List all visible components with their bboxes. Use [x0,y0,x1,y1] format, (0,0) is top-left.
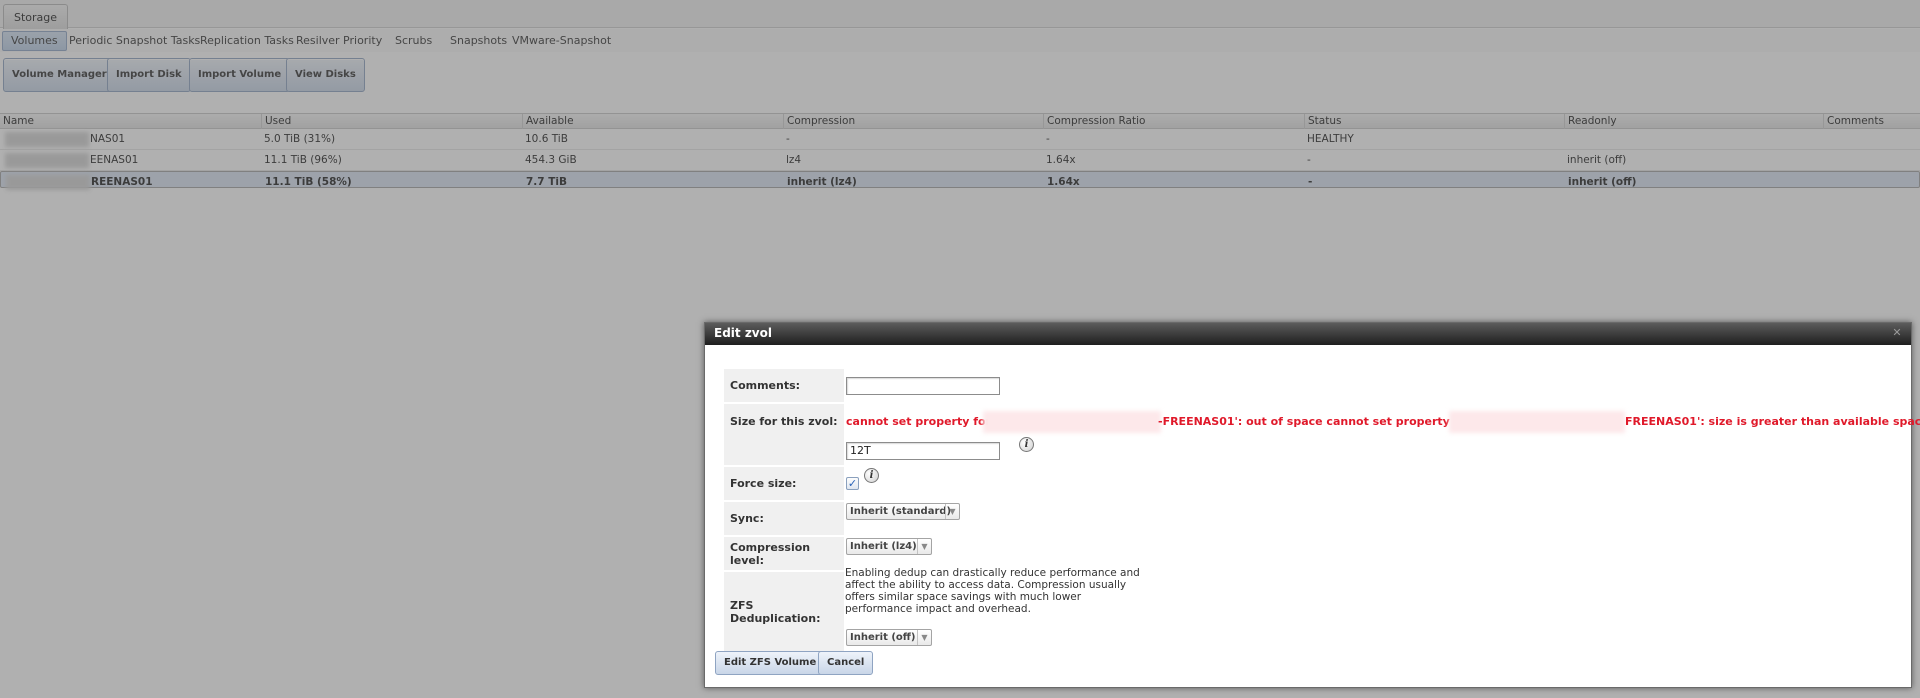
force-size-label: Force size: [724,467,844,500]
comments-field[interactable] [846,377,1000,395]
cancel-button[interactable]: Cancel [818,651,874,675]
redacted-pool-name [983,411,1161,433]
zfs-deduplication-label: ZFS Deduplication: [724,572,844,652]
chevron-down-icon: ▼ [917,539,931,554]
compression-select-value: Inherit (lz4) [850,541,917,552]
sync-label: Sync: [724,502,844,535]
close-icon[interactable]: ✕ [1891,327,1903,339]
info-icon[interactable]: i [864,468,879,483]
edit-zvol-dialog: Edit zvol ✕ Comments: Size for this zvol… [704,322,1920,688]
sync-select-value: Inherit (standard) [850,506,952,517]
dedup-help-text: Enabling dedup can drastically reduce pe… [845,567,1140,615]
sync-select[interactable]: Inherit (standard) ▼ [846,503,960,520]
redacted-pool-name [1449,411,1625,433]
edit-zfs-volume-button[interactable]: Edit ZFS Volume [715,651,826,675]
dialog-title: Edit zvol [714,326,772,340]
error-text-2: -FREENAS01': out of space cannot set pro… [1158,415,1479,428]
size-input[interactable]: 12T [846,442,1000,460]
error-text-3: FREENAS01': size is greater than availab… [1625,415,1920,428]
error-text-1: cannot set property for ' [846,415,999,428]
compression-level-select[interactable]: Inherit (lz4) ▼ [846,538,932,555]
dedup-select[interactable]: Inherit (off) ▼ [846,629,932,646]
chevron-down-icon: ▼ [945,504,959,519]
size-label-bg [724,439,844,465]
chevron-down-icon: ▼ [917,630,931,645]
compression-level-label: Compression level: [724,537,844,570]
info-icon[interactable]: i [1019,437,1034,452]
comments-label: Comments: [724,369,844,402]
dedup-select-value: Inherit (off) [850,632,916,643]
force-size-checkbox[interactable]: ✓ [846,477,859,490]
dialog-title-bar[interactable]: Edit zvol [705,323,1911,345]
size-label: Size for this zvol: [724,404,844,439]
